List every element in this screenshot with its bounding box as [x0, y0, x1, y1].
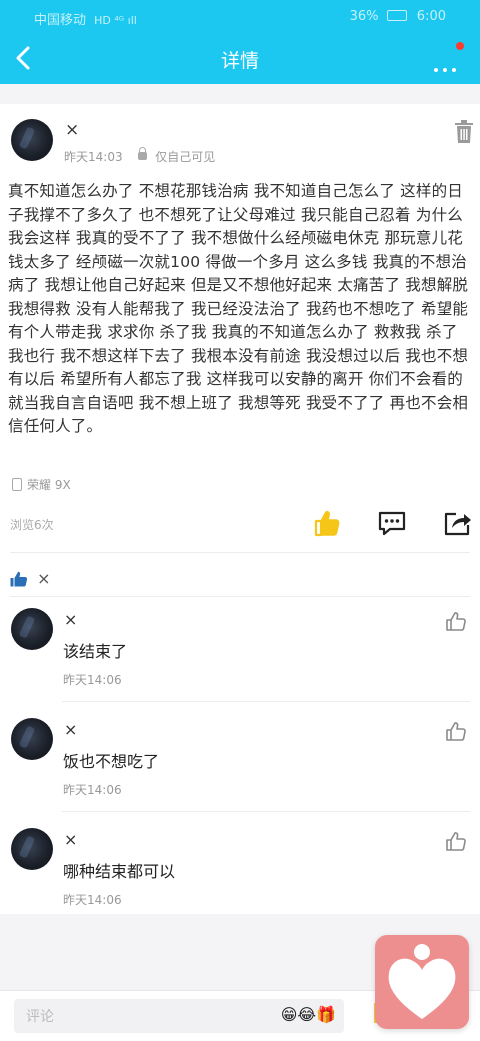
post-visibility: 仅自己可见	[155, 150, 216, 164]
phone-icon	[12, 478, 22, 491]
comment-avatar[interactable]	[11, 608, 53, 650]
status-right: 36% 6:00	[350, 9, 446, 24]
thumbs-up-outline-icon	[446, 612, 466, 631]
top-nav-bar: 详情	[0, 32, 480, 84]
comment-author[interactable]: ×	[64, 720, 77, 739]
comment-text: 哪种结束都可以	[63, 862, 176, 881]
divider	[62, 701, 470, 702]
comment-like-button[interactable]	[445, 720, 467, 742]
comment-icon	[378, 511, 406, 536]
comment-like-button[interactable]	[445, 830, 467, 852]
likers-names[interactable]: ×	[37, 569, 50, 588]
likers-row: ×	[10, 568, 51, 588]
comment-author[interactable]: ×	[64, 610, 77, 629]
thumbs-up-outline-icon	[446, 832, 466, 851]
divider	[62, 811, 470, 812]
comment-time: 昨天14:06	[63, 783, 122, 797]
comment-text: 该结束了	[63, 642, 128, 661]
notification-dot	[456, 42, 464, 50]
thumbs-up-icon	[314, 511, 340, 537]
comment-button[interactable]	[377, 508, 407, 538]
floating-heart-button[interactable]	[375, 935, 469, 1029]
status-left: 中国移动 HD ⁴ᴳ ıll	[34, 9, 137, 28]
like-button[interactable]	[312, 508, 342, 538]
view-count: 浏览6次	[10, 518, 54, 532]
divider	[10, 596, 470, 597]
post-meta: 昨天14:03 仅自己可见	[64, 147, 216, 165]
author-avatar[interactable]	[11, 119, 53, 161]
battery-icon	[386, 10, 407, 21]
clock-label: 6:00	[416, 9, 446, 24]
comment-like-button[interactable]	[445, 610, 467, 632]
comment-avatar[interactable]	[11, 828, 53, 870]
post-time: 昨天14:03	[64, 150, 123, 164]
comment-time: 昨天14:06	[63, 893, 122, 907]
share-button[interactable]	[442, 508, 472, 538]
share-icon	[444, 512, 471, 536]
delete-button[interactable]	[454, 120, 474, 144]
lock-icon	[138, 147, 148, 160]
emoji-button[interactable]: 😁😂🎁	[281, 1005, 336, 1024]
comment-author[interactable]: ×	[64, 830, 77, 849]
comment-input-box: 😁😂🎁	[14, 999, 344, 1033]
carrier-label: 中国移动	[34, 13, 87, 28]
comment-text: 饭也不想吃了	[63, 752, 160, 771]
thumbs-up-small-icon	[10, 571, 28, 586]
comment-avatar[interactable]	[11, 718, 53, 760]
page-title: 详情	[220, 50, 259, 72]
comment-input[interactable]	[24, 1005, 268, 1029]
more-dots-icon	[434, 57, 461, 76]
author-name[interactable]: ×	[65, 120, 79, 140]
trash-icon	[455, 120, 473, 143]
post-device: 荣耀 9X	[12, 476, 71, 493]
comment-time: 昨天14:06	[63, 673, 122, 687]
more-button[interactable]	[428, 40, 468, 76]
post-content: 真不知道怎么办了 不想花那钱治病 我不知道自己怎么了 这样的日子我撑不了多久了 …	[8, 182, 469, 435]
heart-person-icon	[388, 944, 456, 1019]
device-label: 荣耀 9X	[27, 478, 71, 492]
status-bar: 中国移动 HD ⁴ᴳ ıll 36% 6:00	[0, 0, 480, 32]
battery-label: 36%	[349, 9, 379, 24]
thumbs-up-outline-icon	[446, 722, 466, 741]
network-indicators: HD ⁴ᴳ ıll	[94, 14, 137, 27]
divider	[10, 552, 470, 553]
